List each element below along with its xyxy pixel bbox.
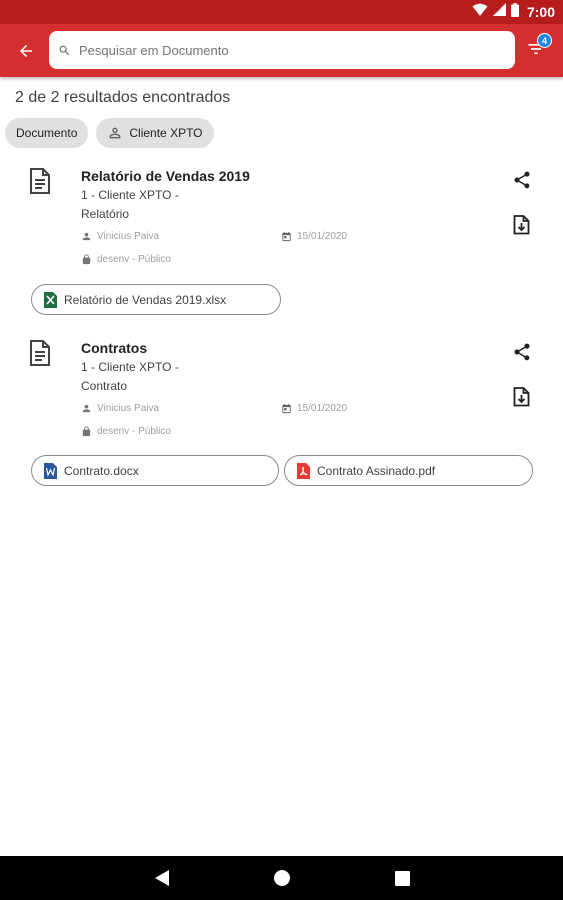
document-author: Vinicius Paiva — [81, 231, 159, 242]
search-icon — [59, 45, 70, 55]
status-icons: 7:00 — [472, 0, 555, 24]
arrow-back-icon — [20, 45, 32, 57]
status-time: 7:00 — [526, 4, 555, 20]
document-access: desenv - Público — [81, 426, 171, 437]
document-date: 15/01/2020 — [281, 403, 347, 414]
date-text: 15/01/2020 — [297, 231, 348, 242]
nav-back-button[interactable] — [152, 868, 172, 888]
chip-label: Documento — [16, 126, 78, 140]
download-file-button[interactable] — [513, 387, 533, 409]
nav-home-button[interactable] — [272, 868, 292, 888]
file-name: Contrato.docx — [64, 463, 139, 478]
access-text: desenv - Público — [97, 254, 171, 265]
file-attachment[interactable]: Contrato Assinado.pdf — [284, 455, 533, 486]
file-name: Relatório de Vendas 2019.xlsx — [64, 292, 227, 307]
document-icon — [29, 340, 51, 371]
document-title: Contratos — [81, 340, 148, 356]
search-input[interactable] — [79, 42, 499, 58]
filter-count-badge: 4 — [537, 33, 552, 48]
lock-icon — [82, 426, 91, 437]
file-attachment[interactable]: Relatório de Vendas 2019.xlsx — [31, 284, 281, 315]
share-icon — [514, 171, 530, 189]
calendar-icon — [282, 231, 291, 242]
author-name: Vinicius Paiva — [97, 403, 160, 414]
word-icon — [44, 462, 57, 479]
calendar-icon — [282, 403, 291, 414]
access-text: desenv - Público — [97, 426, 171, 437]
file-download-icon — [513, 215, 530, 235]
file-download-icon — [513, 387, 530, 407]
share-icon — [514, 343, 530, 361]
share-button[interactable] — [512, 342, 534, 364]
circle-home-icon — [274, 870, 290, 886]
app-bar: 4 — [0, 24, 563, 77]
document-type: Contrato — [81, 379, 128, 393]
document-author: Vinicius Paiva — [81, 403, 159, 414]
square-recents-icon — [394, 870, 410, 886]
document-title: Relatório de Vendas 2019 — [81, 168, 250, 184]
share-button[interactable] — [512, 170, 534, 192]
chip-documento[interactable]: Documento — [5, 118, 89, 148]
triangle-back-icon — [155, 870, 169, 886]
document-type: Relatório — [81, 207, 130, 221]
file-name: Contrato Assinado.pdf — [317, 463, 436, 478]
chip-label: Cliente XPTO — [129, 126, 203, 140]
file-attachment[interactable]: Contrato.docx — [31, 455, 279, 486]
signal-icon — [492, 3, 506, 21]
wifi-icon — [472, 3, 488, 22]
person-icon — [82, 404, 91, 413]
person-icon — [82, 232, 91, 241]
chip-cliente[interactable]: Cliente XPTO — [96, 118, 214, 148]
navigation-bar — [0, 856, 563, 900]
results-count: 2 de 2 resultados encontrados — [15, 89, 231, 106]
person-outline-icon — [107, 125, 123, 141]
pdf-icon — [297, 462, 310, 479]
battery-icon — [510, 2, 519, 22]
status-bar: 7:00 — [0, 0, 563, 24]
date-text: 15/01/2020 — [297, 403, 348, 414]
document-client: 1 - Cliente XPTO - — [81, 188, 179, 202]
back-button[interactable] — [11, 36, 41, 66]
document-date: 15/01/2020 — [281, 231, 347, 242]
document-access: desenv - Público — [81, 254, 171, 265]
lock-icon — [82, 254, 91, 265]
document-client: 1 - Cliente XPTO - — [81, 360, 179, 374]
excel-icon — [44, 291, 57, 308]
author-name: Vinicius Paiva — [97, 231, 160, 242]
nav-recents-button[interactable] — [392, 868, 412, 888]
search-box[interactable] — [49, 31, 515, 69]
download-file-button[interactable] — [513, 215, 533, 237]
filter-chips: Documento Cliente XPTO — [5, 118, 214, 148]
document-icon — [29, 168, 51, 199]
